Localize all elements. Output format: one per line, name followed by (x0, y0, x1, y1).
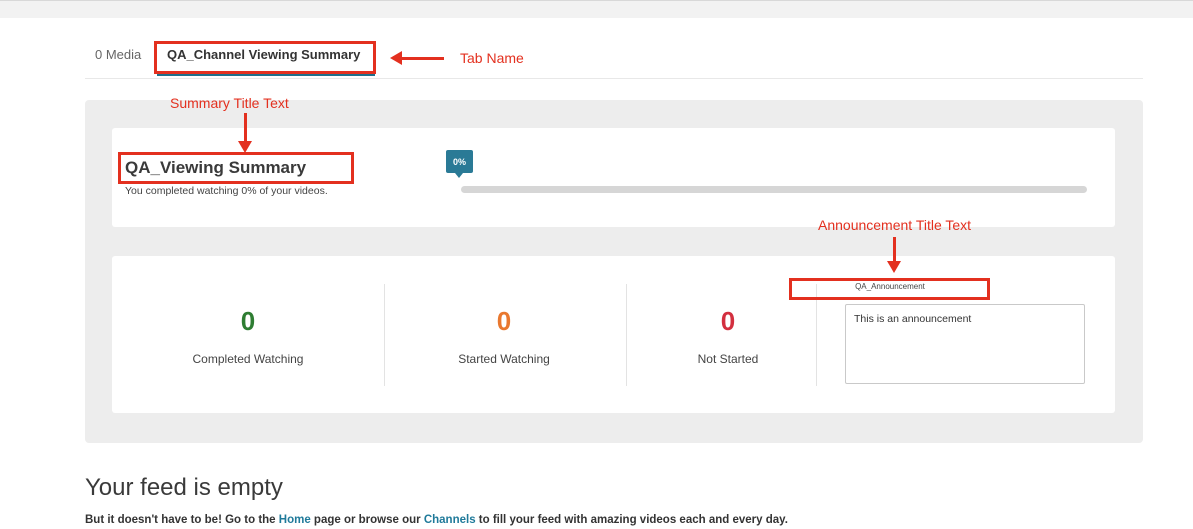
feed-text-middle: page or browse our (310, 514, 424, 526)
feed-text-after: to fill your feed with amazing videos ea… (475, 514, 788, 526)
stat-not-started: 0 Not Started (608, 306, 848, 366)
summary-title-callout: Summary Title Text (170, 95, 289, 111)
stat-value: 0 (496, 306, 512, 336)
stat-started-watching: 0 Started Watching (384, 306, 624, 366)
home-link[interactable]: Home (279, 514, 311, 526)
announcement-title-highlight (789, 278, 990, 300)
tab-name-arrow (390, 51, 444, 65)
tab-name-callout: Tab Name (460, 50, 524, 66)
stat-completed-watching: 0 Completed Watching (128, 306, 368, 366)
channels-link[interactable]: Channels (424, 514, 476, 526)
stat-value: 0 (240, 306, 256, 336)
feed-empty-title: Your feed is empty (85, 474, 283, 501)
stat-label: Completed Watching (192, 352, 304, 366)
stat-label: Started Watching (458, 352, 550, 366)
summary-title-arrow (238, 113, 252, 153)
stat-value: 0 (720, 306, 736, 336)
tab-media[interactable]: 0 Media (95, 47, 141, 62)
summary-subtitle: You completed watching 0% of your videos… (125, 185, 328, 197)
announcement-title-callout: Announcement Title Text (818, 217, 972, 233)
tab-name-highlight (154, 41, 376, 74)
stat-label: Not Started (697, 352, 759, 366)
progress-bar (461, 186, 1087, 193)
window-top-bar (0, 0, 1193, 18)
progress-badge: 0% (446, 150, 473, 178)
announcement-box: This is an announcement (845, 304, 1085, 384)
feed-empty-message: But it doesn't have to be! Go to the Hom… (85, 514, 788, 526)
summary-title-highlight (118, 152, 354, 184)
feed-text-before: But it doesn't have to be! Go to the (85, 514, 279, 526)
announcement-title-arrow (887, 237, 901, 273)
